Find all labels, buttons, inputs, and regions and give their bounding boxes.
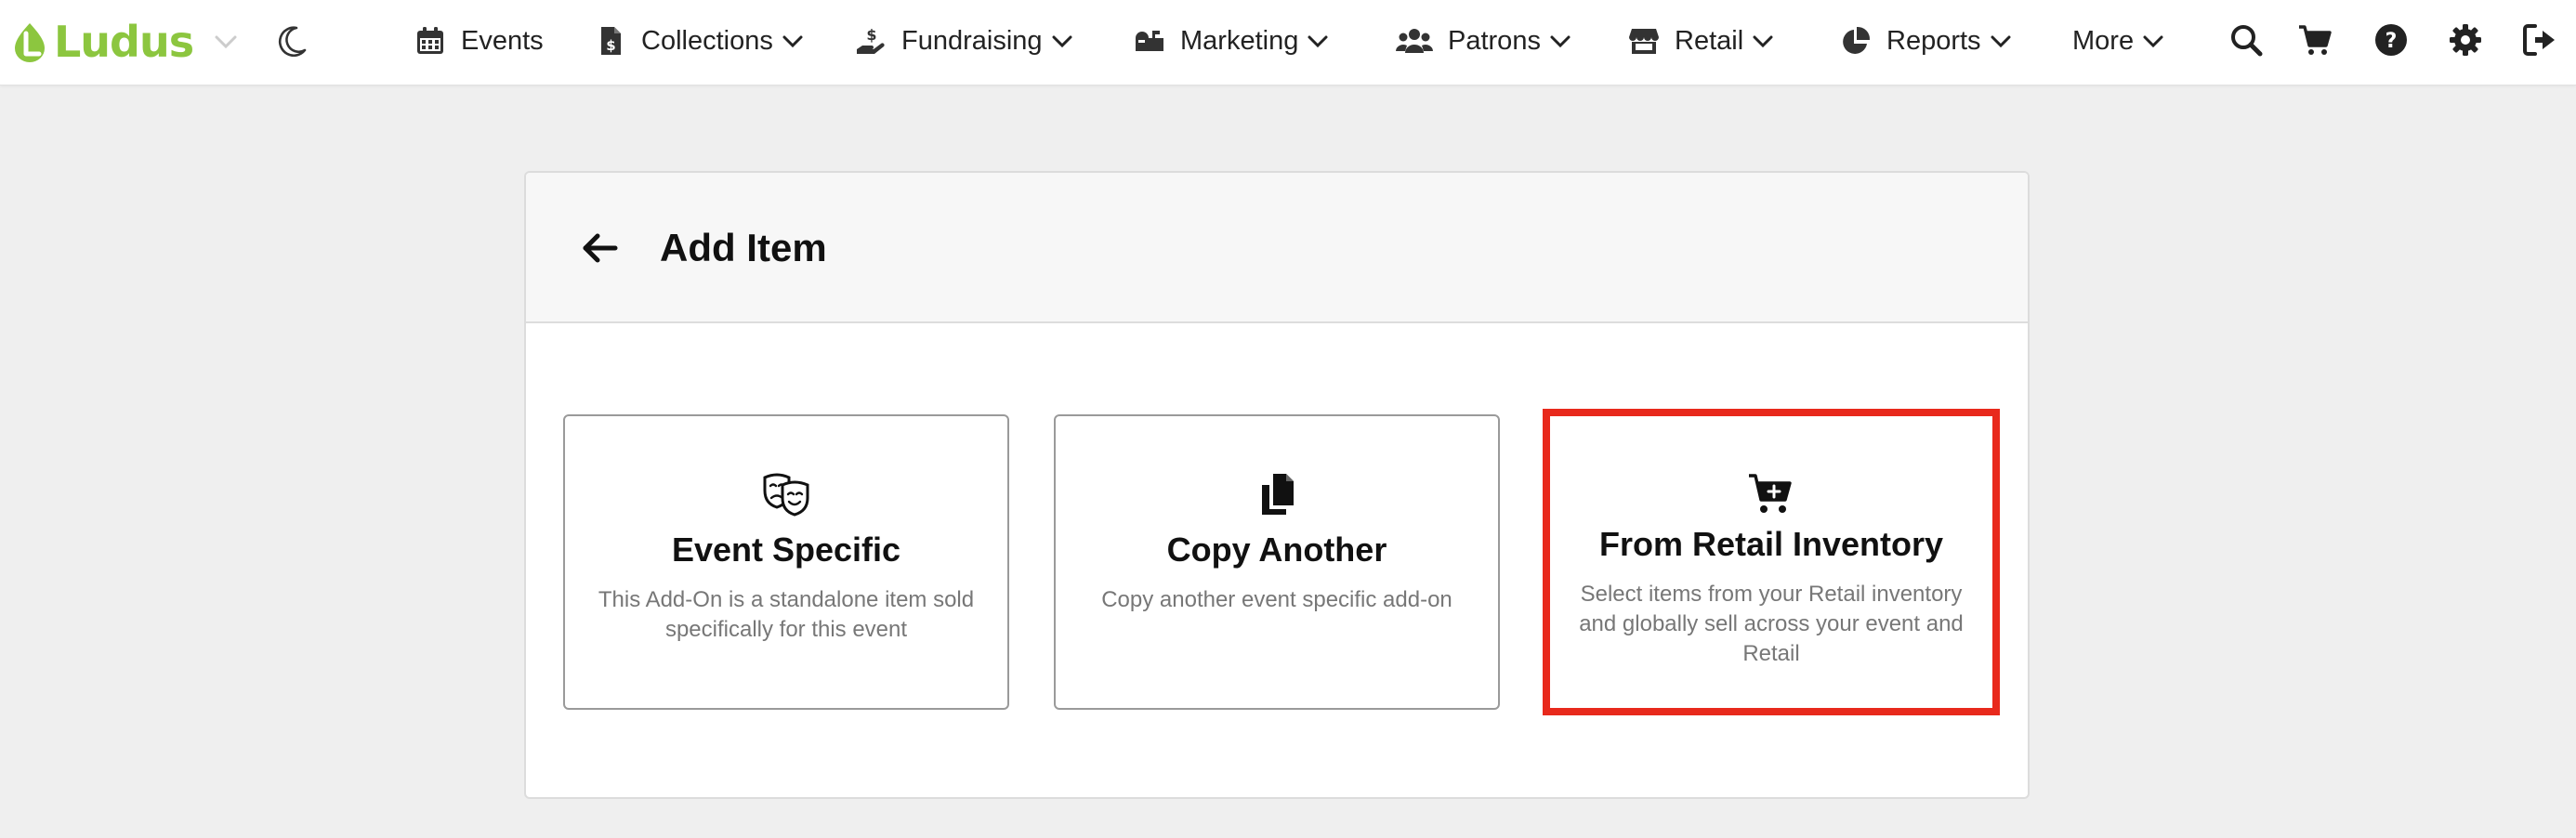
gear-icon[interactable]	[2448, 22, 2483, 58]
svg-text:?: ?	[2385, 30, 2398, 53]
chevron-down-icon	[1052, 35, 1072, 48]
add-item-panel: Add Item Event Specific This Add-On is a…	[524, 171, 2030, 799]
chevron-down-icon	[1991, 35, 2011, 48]
copy-another-card[interactable]: Copy Another Copy another event specific…	[1054, 414, 1500, 710]
theater-masks-icon	[763, 473, 809, 517]
chevron-down-icon	[1550, 35, 1571, 48]
search-icon[interactable]	[2228, 22, 2264, 58]
nav-retail[interactable]: Retail	[1628, 0, 1775, 82]
nav-marketing-label: Marketing	[1180, 25, 1299, 56]
nav-fundraising-label: Fundraising	[901, 25, 1043, 56]
nav-more[interactable]: More	[2072, 0, 2165, 82]
card-description: This Add-On is a standalone item sold sp…	[598, 587, 975, 642]
card-description: Copy another event specific add-on	[1101, 587, 1452, 612]
nav-marketing[interactable]: Marketing	[1134, 0, 1330, 82]
file-invoice-dollar-icon: $	[601, 27, 621, 55]
nav-patrons[interactable]: Patrons	[1396, 0, 1572, 82]
event-specific-card[interactable]: Event Specific This Add-On is a standalo…	[563, 414, 1009, 710]
top-navigation-bar: Ludus Events $ Collections $ Fundraising…	[0, 0, 2576, 85]
nav-collections[interactable]: $ Collections	[595, 0, 805, 82]
chevron-down-icon	[1308, 35, 1328, 48]
mailbox-icon	[1136, 31, 1163, 51]
cart-plus-icon	[1749, 474, 1792, 513]
ludus-logo[interactable]: Ludus	[11, 15, 194, 69]
brand-name: Ludus	[54, 17, 194, 67]
hand-holding-dollar-icon: $	[857, 26, 885, 54]
card-description: Select items from your Retail inventory …	[1579, 582, 1964, 666]
ludus-logo-icon	[15, 23, 45, 62]
card-title: From Retail Inventory	[1598, 525, 1944, 563]
nav-reports[interactable]: Reports	[1840, 0, 2013, 82]
store-icon	[1629, 29, 1659, 54]
brand-chevron-down-icon[interactable]	[212, 28, 240, 56]
panel-header: Add Item	[526, 173, 2028, 323]
card-title: Event Specific	[671, 530, 901, 569]
copy-icon	[1262, 474, 1294, 515]
chevron-down-icon	[1753, 35, 1773, 48]
svg-text:$: $	[866, 26, 876, 44]
nav-fundraising[interactable]: $ Fundraising	[855, 0, 1074, 82]
svg-text:$: $	[606, 37, 615, 54]
nav-collections-label: Collections	[641, 25, 773, 56]
cart-icon[interactable]	[2297, 22, 2333, 58]
back-arrow-icon[interactable]	[578, 227, 621, 269]
nav-more-label: More	[2072, 25, 2135, 56]
nav-retail-label: Retail	[1675, 25, 1744, 56]
chevron-down-icon	[782, 35, 803, 48]
card-title: Copy Another	[1166, 530, 1387, 569]
chevron-down-icon	[2143, 35, 2163, 48]
help-icon[interactable]: ?	[2373, 22, 2409, 58]
nav-patrons-label: Patrons	[1448, 25, 1541, 56]
sign-out-icon[interactable]	[2522, 22, 2557, 58]
page-title: Add Item	[660, 226, 827, 269]
users-icon	[1396, 29, 1433, 53]
calendar-icon	[417, 27, 443, 54]
chart-pie-icon	[1843, 26, 1871, 54]
from-retail-inventory-card[interactable]: From Retail Inventory Select items from …	[1543, 409, 2000, 715]
dark-mode-moon-icon[interactable]	[273, 22, 310, 59]
nav-events[interactable]: Events	[414, 0, 544, 82]
nav-reports-label: Reports	[1886, 25, 1981, 56]
nav-events-label: Events	[461, 25, 544, 56]
